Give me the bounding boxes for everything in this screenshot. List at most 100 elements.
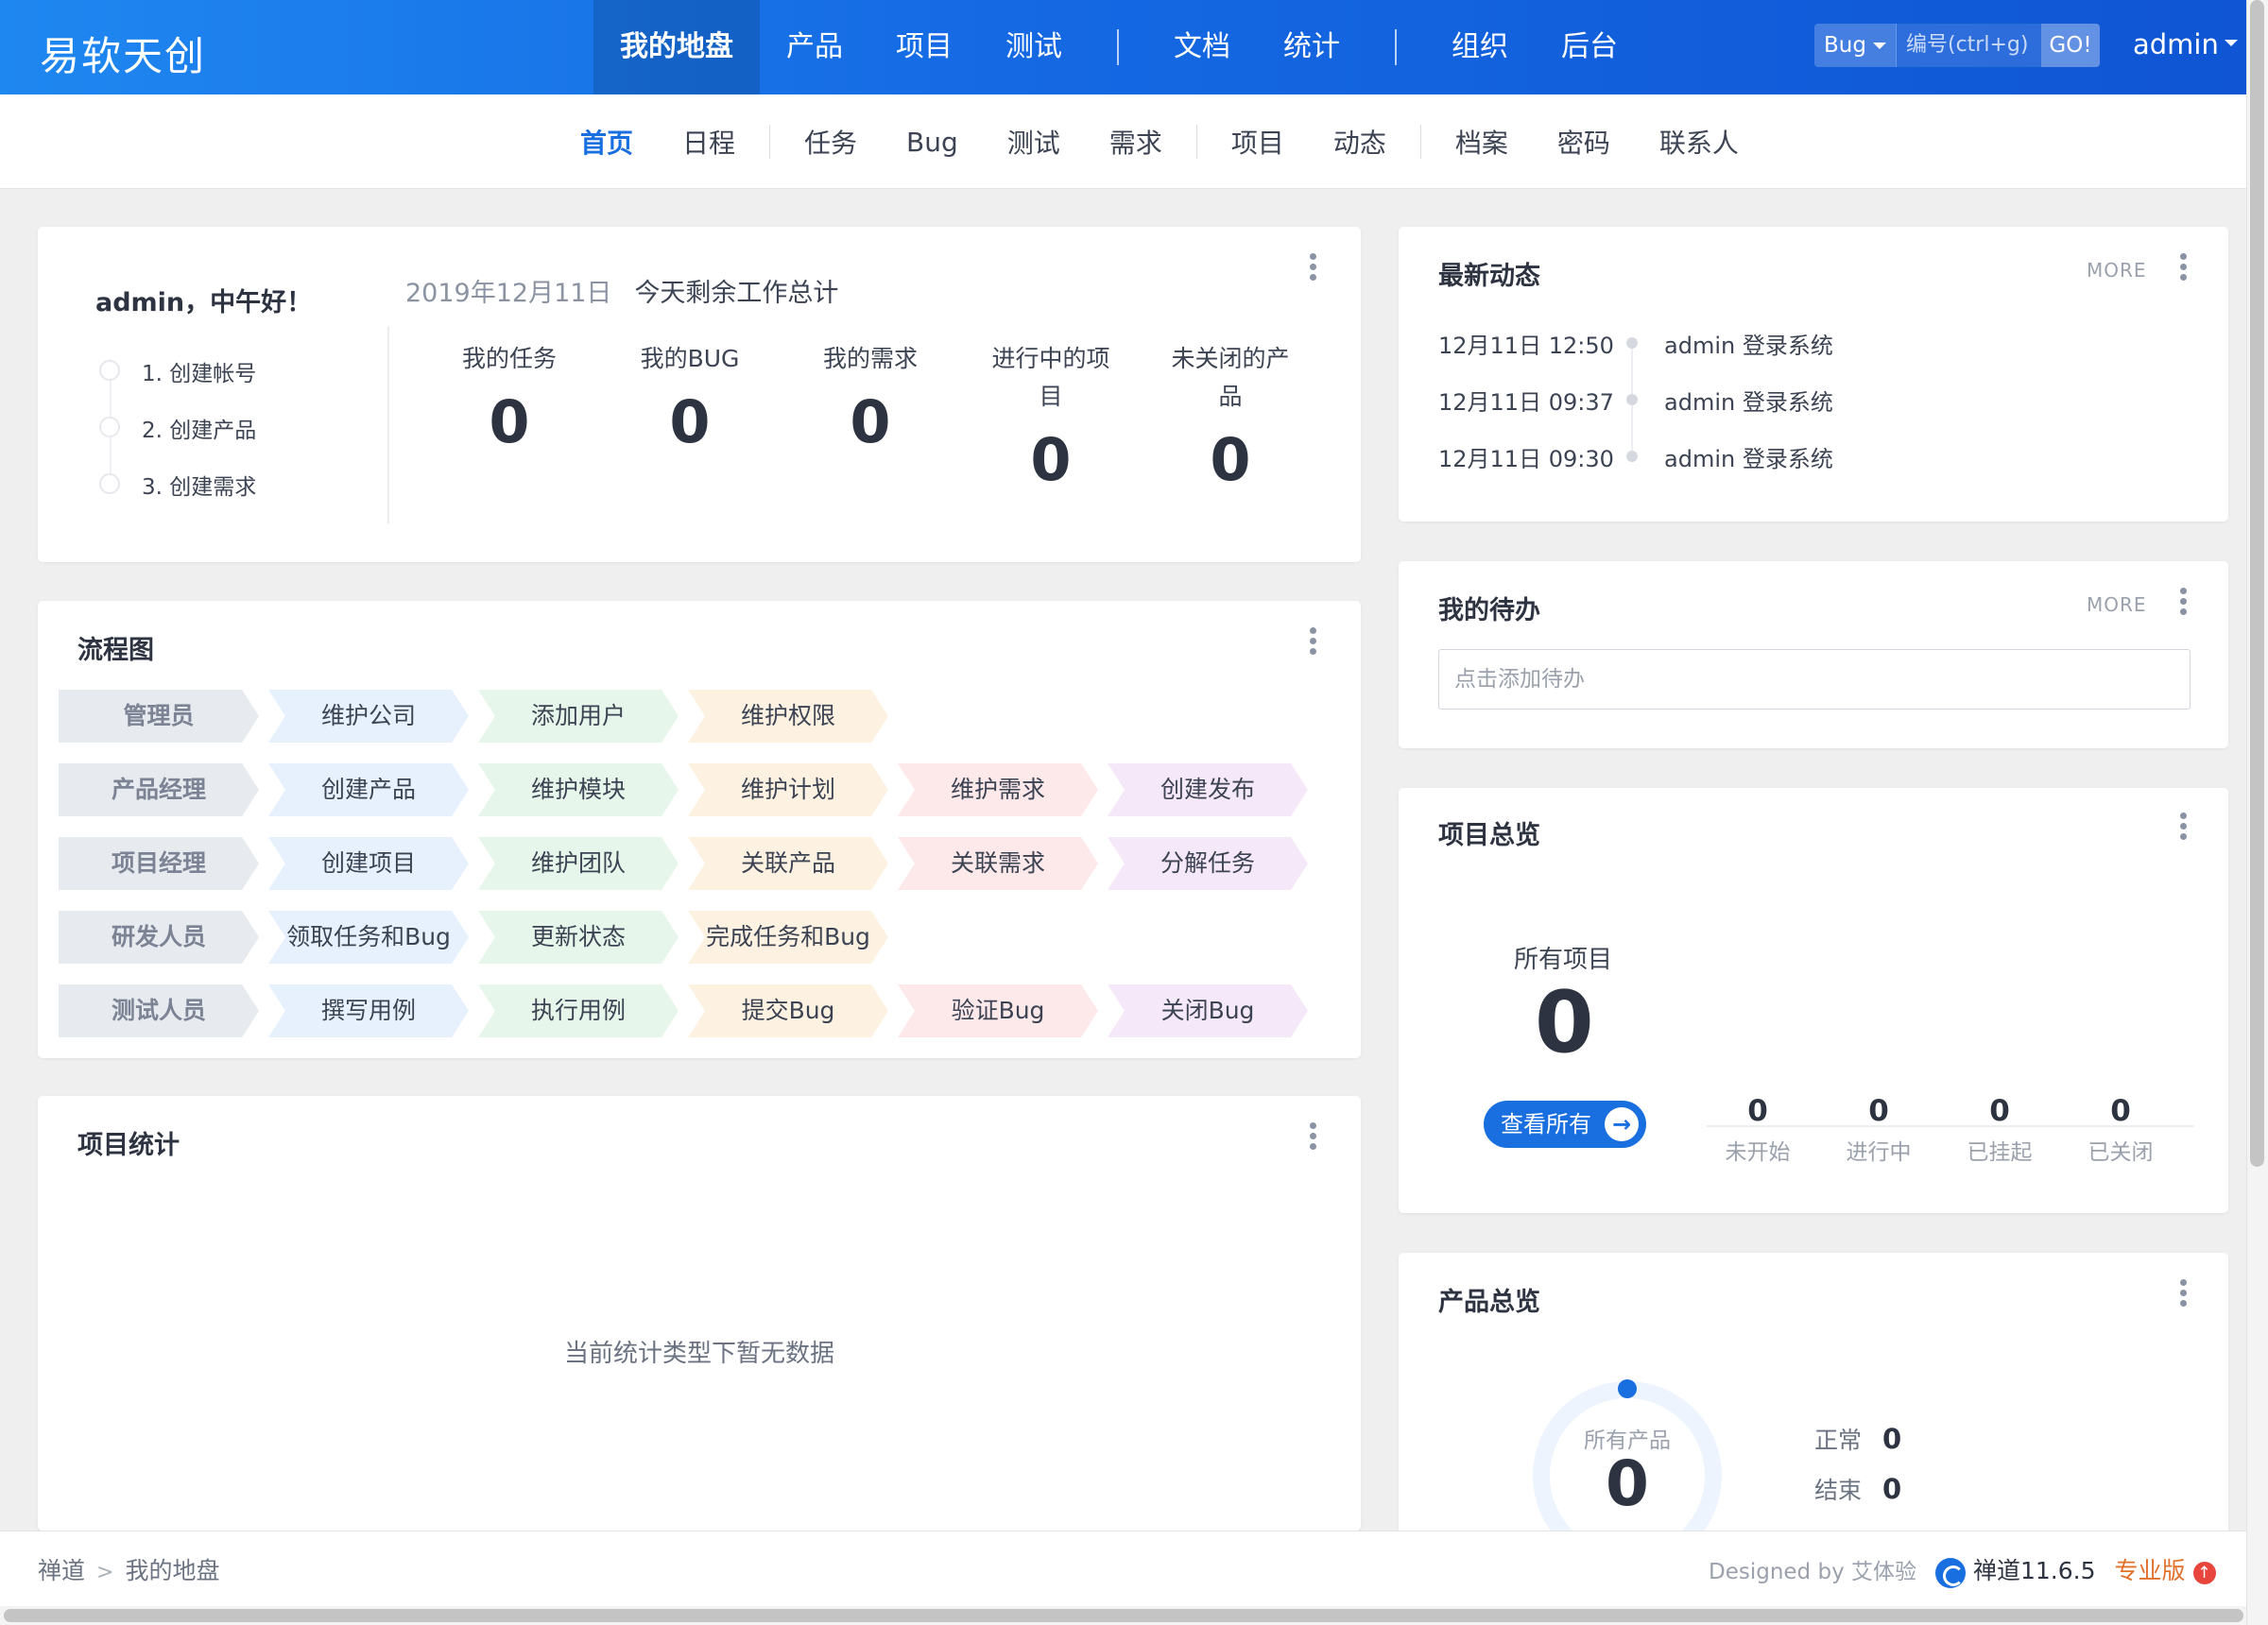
project-stat-closed[interactable]: 0 已关闭 [2064,1094,2177,1166]
flow-step[interactable]: 分解任务 [1108,837,1308,890]
step-create-account[interactable]: 1. 创建帐号 [142,355,256,387]
stat-my-stories[interactable]: 我的需求 0 [795,340,946,456]
edition-link[interactable]: 专业版 [2115,1557,2186,1584]
more-actions-icon[interactable] [2178,1279,2188,1310]
stat-my-bugs[interactable]: 我的BUG 0 [614,340,765,456]
subnav-test[interactable]: 测试 [983,123,1085,161]
search-type-select[interactable]: Bug [1814,24,1896,67]
subnav-divider [769,125,771,159]
empty-message: 当前统计类型下暂无数据 [563,1340,834,1368]
subnav-profile[interactable]: 档案 [1431,123,1533,161]
flow-step[interactable]: 维护团队 [478,837,679,890]
stat-doing-projects[interactable]: 进行中的项目 0 [975,340,1126,494]
add-todo-input[interactable]: 点击添加待办 [1438,649,2191,710]
stat-label: 已关闭 [2088,1140,2154,1165]
nav-admin[interactable]: 后台 [1535,0,1644,94]
more-actions-icon[interactable] [1308,627,1317,659]
flow-step[interactable]: 撰写用例 [268,984,469,1037]
flow-step[interactable]: 关闭Bug [1108,984,1308,1037]
stat-label: 我的任务 [461,345,557,372]
flow-step[interactable]: 维护计划 [688,763,888,816]
nav-doc[interactable]: 文档 [1147,0,1257,94]
more-actions-icon[interactable] [1308,1122,1317,1154]
search-input[interactable]: 编号(ctrl+g) [1896,24,2041,67]
more-actions-icon[interactable] [2178,588,2188,619]
flow-step[interactable]: 维护公司 [268,690,469,743]
app-logo[interactable]: 易软天创 [40,25,206,82]
nav-report[interactable]: 统计 [1257,0,1366,94]
flow-step[interactable]: 创建发布 [1108,763,1308,816]
project-stat-doing[interactable]: 0 进行中 [1822,1094,1935,1166]
top-navbar: 易软天创 我的地盘 产品 项目 测试 文档 统计 组织 后台 Bug 编号(ct… [0,0,2246,94]
stat-open-products[interactable]: 未关闭的产品 0 [1155,340,1306,494]
timeline-dot-icon [1626,337,1638,349]
flow-step[interactable]: 添加用户 [478,690,679,743]
dynamic-item[interactable]: 12月11日 12:50 admin 登录系统 [1438,327,1833,360]
subnav-dynamic[interactable]: 动态 [1309,123,1411,161]
flow-step[interactable]: 创建项目 [268,837,469,890]
flow-step[interactable]: 执行用例 [478,984,679,1037]
flow-step[interactable]: 关联需求 [898,837,1098,890]
more-actions-icon[interactable] [2178,812,2188,844]
designed-by[interactable]: Designed by 艾体验 [1709,1560,1916,1584]
dynamic-item[interactable]: 12月11日 09:30 admin 登录系统 [1438,440,1833,473]
project-stat-suspended[interactable]: 0 已挂起 [1943,1094,2056,1166]
latest-dynamic-title: 最新动态 [1438,262,1540,291]
project-stat-wait[interactable]: 0 未开始 [1701,1094,1814,1166]
dynamic-item[interactable]: 12月11日 09:37 admin 登录系统 [1438,384,1833,417]
flow-step[interactable]: 关联产品 [688,837,888,890]
flow-role: 产品经理 [59,763,259,816]
more-link[interactable]: MORE [2087,259,2147,282]
subnav-project[interactable]: 项目 [1207,123,1309,161]
flow-step[interactable]: 更新状态 [478,911,679,964]
breadcrumb-home[interactable]: 禅道 [38,1557,85,1584]
more-link[interactable]: MORE [2087,593,2147,616]
view-all-button[interactable]: 查看所有 → [1484,1101,1646,1148]
vertical-scrollbar-thumb[interactable] [2250,0,2264,1167]
flow-step[interactable]: 验证Bug [898,984,1098,1037]
subnav-calendar[interactable]: 日程 [658,123,760,161]
flow-step[interactable]: 维护需求 [898,763,1098,816]
subnav-password[interactable]: 密码 [1533,123,1635,161]
more-actions-icon[interactable] [2178,253,2188,284]
flowchart-title: 流程图 [77,636,154,665]
subnav-task[interactable]: 任务 [780,123,882,161]
subnav-bug[interactable]: Bug [882,127,983,158]
nav-project[interactable]: 项目 [869,0,979,94]
subnav-home[interactable]: 首页 [556,123,658,161]
nav-test[interactable]: 测试 [979,0,1089,94]
upgrade-arrow-icon[interactable]: ↑ [2192,1561,2216,1584]
dynamic-time: 12月11日 09:30 [1438,446,1614,472]
user-menu[interactable]: admin [2133,28,2238,60]
more-actions-icon[interactable] [1308,253,1317,284]
horizontal-scrollbar-thumb[interactable] [4,1609,2243,1622]
flow-step[interactable]: 维护权限 [688,690,888,743]
step-create-story[interactable]: 3. 创建需求 [142,469,256,501]
flow-step[interactable]: 完成任务和Bug [688,911,888,964]
product-stat-closed[interactable]: 结束 0 [1814,1472,1901,1506]
stat-my-tasks[interactable]: 我的任务 0 [434,340,585,456]
nav-company[interactable]: 组织 [1425,0,1535,94]
flow-role: 管理员 [59,690,259,743]
project-overview-title: 项目总览 [1438,821,1540,850]
step-create-product[interactable]: 2. 创建产品 [142,412,256,444]
subnav-divider [1195,125,1197,159]
subnav-contacts[interactable]: 联系人 [1635,123,1763,161]
nav-my[interactable]: 我的地盘 [593,0,760,94]
version-link[interactable]: 禅道11.6.5 [1973,1557,2096,1584]
stat-label: 我的BUG [640,345,740,372]
subnav-story[interactable]: 需求 [1085,123,1187,161]
flow-step[interactable]: 领取任务和Bug [268,911,469,964]
flow-step[interactable]: 提交Bug [688,984,888,1037]
nav-product[interactable]: 产品 [760,0,869,94]
breadcrumb-current[interactable]: 我的地盘 [125,1557,219,1584]
product-stat-normal[interactable]: 正常 0 [1814,1422,1901,1456]
flow-step[interactable]: 维护模块 [478,763,679,816]
dynamic-text: admin 登录系统 [1664,333,1833,359]
stat-value: 0 [1882,1473,1902,1505]
search-go-button[interactable]: GO! [2041,24,2100,67]
stat-value: 0 [2110,1094,2131,1128]
stat-value: 0 [850,387,891,456]
view-all-label: 查看所有 [1501,1111,1591,1138]
flow-step[interactable]: 创建产品 [268,763,469,816]
